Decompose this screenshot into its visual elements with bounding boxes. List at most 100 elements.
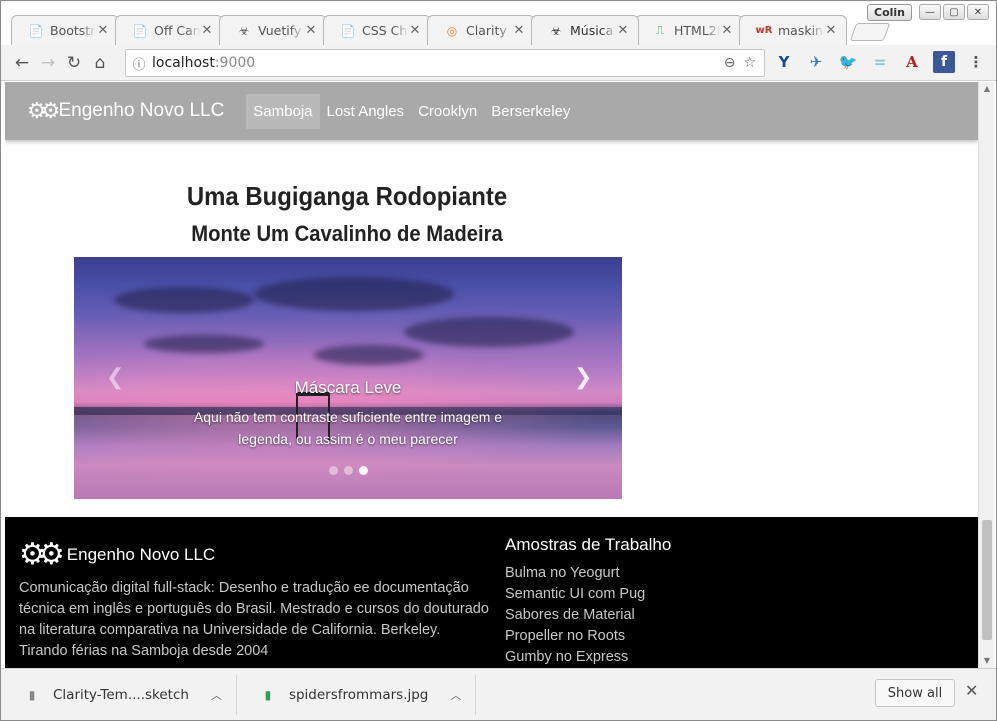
info-icon[interactable]: ⓘ <box>126 54 152 73</box>
close-icon[interactable]: ✕ <box>96 23 110 38</box>
biohazard-icon: ☣ <box>550 23 562 38</box>
footer-brand-name: Engenho Novo LLC <box>66 544 216 564</box>
tab-html2pdf[interactable]: ⎍ HTML2P ✕ <box>635 15 743 45</box>
tab-title: CSS Ch <box>362 23 408 38</box>
home-icon[interactable]: ⌂ <box>87 50 113 76</box>
extensions: Y ✈ 🐦 = A f ⋮ <box>773 51 987 73</box>
tab-css[interactable]: 📄 CSS Ch ✕ <box>323 15 431 45</box>
nav-link-berserkeley[interactable]: Berserkeley <box>484 94 577 129</box>
new-tab-button[interactable] <box>849 23 891 41</box>
tab-title: HTML2P <box>674 23 720 38</box>
nav-links: Samboja Lost Angles Crooklyn Berserkeley <box>246 93 577 129</box>
download-item[interactable]: ▮ Clarity-Tem....sketch ︿ <box>1 674 237 715</box>
close-icon[interactable]: ✕ <box>304 23 318 38</box>
back-arrow-icon[interactable]: ← <box>9 50 35 76</box>
footer-link[interactable]: Propeller no Roots <box>505 626 671 647</box>
star-icon[interactable]: ☆ <box>743 55 756 71</box>
forward-arrow-icon[interactable]: → <box>35 50 61 76</box>
close-window-button[interactable]: ✕ <box>967 4 989 20</box>
browser-window: 📄 Bootstrap ✕ 📄 Off Canvas ✕ ☣ Vuetify ✕… <box>0 0 997 721</box>
carousel-indicator[interactable] <box>343 466 353 475</box>
acrobat-icon[interactable]: A <box>901 51 923 73</box>
nav-link-samboja[interactable]: Samboja <box>246 93 320 129</box>
url-host: localhost <box>152 55 215 71</box>
tab-title: masking <box>778 23 824 38</box>
equals-icon[interactable]: = <box>869 51 891 73</box>
footer-link[interactable]: Semantic UI com Pug <box>505 584 671 605</box>
close-icon[interactable]: ✕ <box>408 23 422 38</box>
minimize-button[interactable]: — <box>919 4 941 20</box>
tab-clarity[interactable]: ◎ Clarity D ✕ <box>427 15 535 45</box>
vimium-icon[interactable]: Y <box>773 51 795 73</box>
carousel-indicator[interactable] <box>358 466 368 475</box>
close-icon[interactable]: ✕ <box>512 23 526 38</box>
site-footer: ⚙⚙ Engenho Novo LLC Comunicação digital … <box>5 517 978 668</box>
carousel: ❮ ❯ Máscara Leve Aqui não tem contraste … <box>74 257 622 499</box>
download-filename: Clarity-Tem....sketch <box>53 686 189 703</box>
carousel-indicator[interactable] <box>328 466 338 475</box>
maximize-button[interactable]: ▢ <box>943 4 965 20</box>
tab-title: Bootstrap <box>50 23 96 38</box>
browser-toolbar: ← → ↻ ⌂ ⓘ localhost:9000 ⊖ ☆ Y ✈ 🐦 = A f… <box>1 45 996 81</box>
download-filename: spidersfrommars.jpg <box>288 686 429 703</box>
clarity-icon: ◎ <box>446 23 458 38</box>
twitter-icon[interactable]: 🐦 <box>837 51 859 73</box>
tab-musica[interactable]: ☣ Música ✕ <box>531 15 639 45</box>
gears-icon: ⚙⚙ <box>19 538 65 571</box>
scroll-down-icon[interactable]: ▼ <box>979 654 995 668</box>
nav-link-crooklyn[interactable]: Crooklyn <box>411 94 484 129</box>
nav-link-lost-angles[interactable]: Lost Angles <box>320 94 412 129</box>
facebook-icon[interactable]: f <box>933 51 955 73</box>
scroll-up-icon[interactable]: ▲ <box>979 82 995 96</box>
wr-icon: wR <box>755 25 773 36</box>
file-icon: ▮ <box>28 687 36 702</box>
site-navbar: ⚙⚙ Engenho Novo LLC Samboja Lost Angles … <box>5 82 978 140</box>
close-icon[interactable]: ✕ <box>720 23 734 38</box>
footer-column-title: Amostras de Trabalho <box>505 535 672 554</box>
reload-icon[interactable]: ↻ <box>61 50 87 76</box>
cloud <box>114 287 254 313</box>
footer-link[interactable]: Bulma no Yeogurt <box>505 563 671 584</box>
hero-subtitle: Monte Um Cavalinho de Madeira <box>191 221 503 246</box>
window-controls: — ▢ ✕ <box>919 4 989 20</box>
footer-link[interactable]: Sabores de Material <box>505 605 671 626</box>
profile-button[interactable]: Colin <box>867 4 913 21</box>
address-bar[interactable]: ⓘ localhost:9000 ⊖ ☆ <box>125 49 765 77</box>
tab-bootstrap[interactable]: 📄 Bootstrap ✕ <box>11 15 119 45</box>
show-all-button[interactable]: Show all <box>875 679 955 707</box>
tab-masking[interactable]: wR masking ✕ <box>739 15 847 45</box>
page-icon: 📄 <box>340 23 356 38</box>
hero-title: Uma Bugiganga Rodopiante <box>186 181 508 211</box>
send-icon[interactable]: ✈ <box>805 51 827 73</box>
page-viewport: ⚙⚙ Engenho Novo LLC Samboja Lost Angles … <box>5 82 978 668</box>
carousel-caption: Máscara Leve Aqui não tem contraste sufi… <box>74 378 622 450</box>
menu-icon[interactable]: ⋮ <box>965 51 987 73</box>
tab-title: Off Canvas <box>154 23 200 38</box>
tabs: 📄 Bootstrap ✕ 📄 Off Canvas ✕ ☣ Vuetify ✕… <box>11 15 891 45</box>
footer-work-samples: Amostras de Trabalho Bulma no Yeogurt Se… <box>505 535 671 668</box>
scrollbar-thumb[interactable] <box>982 520 992 640</box>
tab-vuetify[interactable]: ☣ Vuetify ✕ <box>219 15 327 45</box>
cloud <box>314 345 424 365</box>
download-item[interactable]: ▮ spidersfrommars.jpg ︿ <box>237 674 477 715</box>
page-scrollbar[interactable]: ▲ ▼ <box>978 82 994 668</box>
page-icon: 📄 <box>132 23 148 38</box>
navbar-brand[interactable]: ⚙⚙ Engenho Novo LLC <box>27 98 224 124</box>
footer-description: Comunicação digital full-stack: Desenho … <box>19 580 489 659</box>
footer-link[interactable]: Gumby no Express <box>505 647 671 668</box>
document-icon: ⎍ <box>655 23 665 37</box>
close-icon[interactable]: ✕ <box>616 23 630 38</box>
zoom-icon[interactable]: ⊖ <box>724 55 736 71</box>
footer-brand: ⚙⚙ Engenho Novo LLC <box>19 537 215 572</box>
close-icon[interactable]: ✕ <box>200 23 214 38</box>
biohazard-icon: ☣ <box>238 23 250 38</box>
gears-icon: ⚙⚙ <box>27 98 61 123</box>
chevron-up-icon[interactable]: ︿ <box>211 687 222 703</box>
close-icon[interactable]: ✕ <box>965 681 978 700</box>
caption-text: Aqui não tem contraste suficiente entre … <box>193 409 503 447</box>
tab-off-canvas[interactable]: 📄 Off Canvas ✕ <box>115 15 223 45</box>
chevron-up-icon[interactable]: ︿ <box>450 687 461 703</box>
tab-title: Clarity D <box>466 23 512 38</box>
download-bar: ▮ Clarity-Tem....sketch ︿ ▮ spidersfromm… <box>1 668 996 720</box>
close-icon[interactable]: ✕ <box>824 23 838 38</box>
